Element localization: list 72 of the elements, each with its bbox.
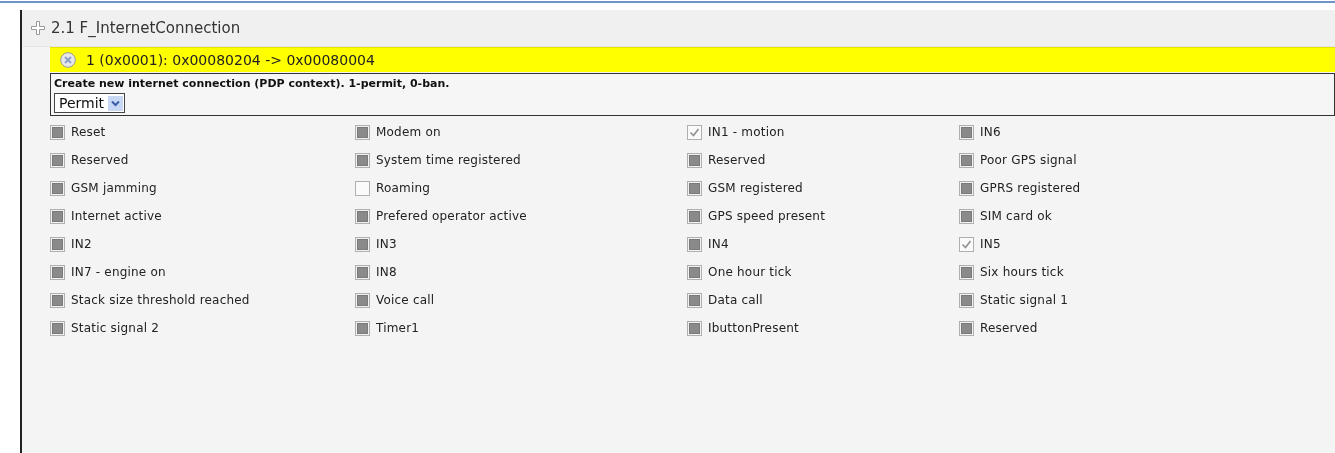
flag-label: GPRS registered xyxy=(980,181,1081,195)
checkbox[interactable] xyxy=(687,124,702,140)
flag-label: Voice call xyxy=(376,293,435,307)
section-title: 2.1 F_InternetConnection xyxy=(51,19,241,37)
flag-label: IN7 - engine on xyxy=(71,265,166,279)
flag-label: Modem on xyxy=(376,125,441,139)
checkbox[interactable] xyxy=(687,180,702,196)
checkbox[interactable] xyxy=(50,152,65,168)
flag-label: Prefered operator active xyxy=(376,209,527,223)
flag-label: IbuttonPresent xyxy=(708,321,799,335)
checkbox[interactable] xyxy=(959,264,974,280)
checkbox[interactable] xyxy=(50,124,65,140)
checkbox[interactable] xyxy=(50,320,65,336)
permit-dropdown[interactable]: Permit xyxy=(54,93,126,113)
flag-label: IN2 xyxy=(71,237,92,251)
flag-label: Static signal 2 xyxy=(71,321,160,335)
checkbox[interactable] xyxy=(355,152,370,168)
checkbox[interactable] xyxy=(355,264,370,280)
checkbox[interactable] xyxy=(959,320,974,336)
checkbox[interactable] xyxy=(959,208,974,224)
checkbox[interactable] xyxy=(687,264,702,280)
close-icon[interactable] xyxy=(60,52,76,68)
checkbox[interactable] xyxy=(355,208,370,224)
flag-label: Reserved xyxy=(71,153,129,167)
flag-label: IN5 xyxy=(980,237,1001,251)
flag-label: IN4 xyxy=(708,237,729,251)
checkbox[interactable] xyxy=(959,236,974,252)
checkbox[interactable] xyxy=(687,236,702,252)
checkbox[interactable] xyxy=(959,292,974,308)
checkbox[interactable] xyxy=(50,264,65,280)
checkbox[interactable] xyxy=(50,236,65,252)
checkbox[interactable] xyxy=(355,320,370,336)
flag-label: Timer1 xyxy=(376,321,420,335)
flag-label: Stack size threshold reached xyxy=(71,293,250,307)
description-text: Create new internet connection (PDP context). 1-permit, 0-ban. xyxy=(54,77,451,90)
flag-label: SIM card ok xyxy=(980,209,1052,223)
flag-label: Static signal 1 xyxy=(980,293,1069,307)
checkbox[interactable] xyxy=(50,208,65,224)
flag-label: GSM registered xyxy=(708,181,803,195)
flag-label: IN1 - motion xyxy=(708,125,785,139)
checkbox[interactable] xyxy=(355,292,370,308)
checkbox[interactable] xyxy=(355,124,370,140)
checkbox[interactable] xyxy=(687,208,702,224)
checkbox[interactable] xyxy=(687,292,702,308)
checkbox[interactable] xyxy=(687,152,702,168)
checkbox[interactable] xyxy=(355,180,370,196)
flag-label: Internet active xyxy=(71,209,162,223)
flag-label: GSM jamming xyxy=(71,181,157,195)
flag-label: GPS speed present xyxy=(708,209,826,223)
checkbox[interactable] xyxy=(959,152,974,168)
flag-label: Six hours tick xyxy=(980,265,1064,279)
flag-label: Roaming xyxy=(376,181,431,195)
checkbox[interactable] xyxy=(959,124,974,140)
flag-label: Reserved xyxy=(708,153,766,167)
caret-icon xyxy=(108,95,124,111)
section-header[interactable]: 2.1 F_InternetConnection xyxy=(22,10,1335,47)
plus-icon[interactable] xyxy=(31,21,45,35)
flag-label: Reset xyxy=(71,125,106,139)
event-title: 1 (0x0001): 0x00080204 -> 0x00080004 xyxy=(86,52,375,68)
checkbox[interactable] xyxy=(50,180,65,196)
flag-label: Data call xyxy=(708,293,763,307)
flag-label: Poor GPS signal xyxy=(980,153,1077,167)
checkbox[interactable] xyxy=(959,180,974,196)
flag-label: One hour tick xyxy=(708,265,792,279)
flag-label: IN8 xyxy=(376,265,397,279)
checkbox[interactable] xyxy=(355,236,370,252)
flag-label: IN6 xyxy=(980,125,1001,139)
flag-label: Reserved xyxy=(980,321,1038,335)
checkbox[interactable] xyxy=(50,292,65,308)
flag-label: IN3 xyxy=(376,237,397,251)
flag-label: System time registered xyxy=(376,153,521,167)
checkbox[interactable] xyxy=(687,320,702,336)
